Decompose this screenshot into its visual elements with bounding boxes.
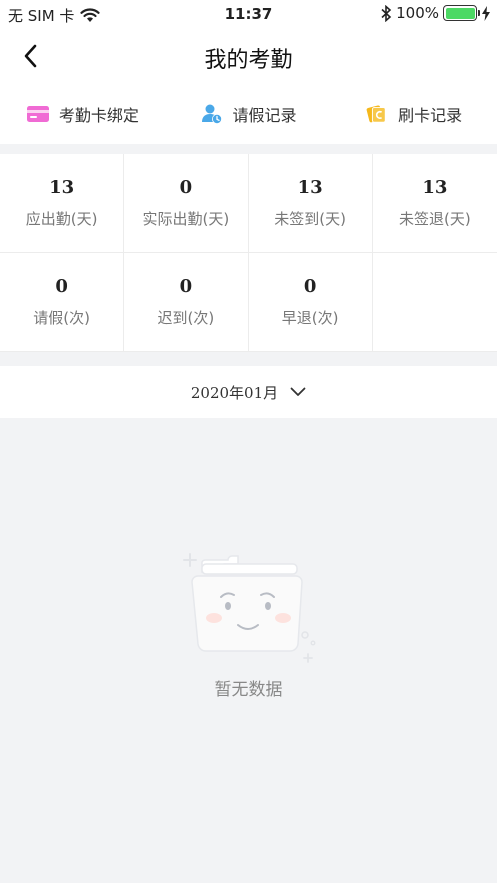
stat-value: 13: [49, 177, 75, 198]
month-label: 2020年01月: [190, 383, 279, 402]
stat-label: 未签到(天): [274, 210, 346, 228]
swipe-card-icon: [366, 103, 388, 125]
stat-label: 未签退(天): [399, 210, 471, 228]
swipe-records-label: 刷卡记录: [398, 106, 463, 125]
attendance-card-binding-label: 考勤卡绑定: [58, 106, 139, 125]
status-right: 100%: [380, 4, 491, 22]
stat-value: 0: [303, 276, 317, 297]
leave-records-label: 请假记录: [232, 106, 297, 125]
empty-message: 暂无数据: [214, 680, 283, 700]
stat-value: 0: [179, 276, 193, 297]
attendance-stats-grid: 13 应出勤(天) 0 实际出勤(天) 13 未签到(天) 13 未签退(天) …: [0, 154, 497, 352]
leave-records-button[interactable]: 请假记录: [166, 84, 332, 144]
stat-value: 13: [422, 177, 448, 198]
stat-leave: 0 请假(次): [0, 253, 125, 352]
stat-not-signed-out: 13 未签退(天): [372, 154, 497, 253]
nav-bar: 我的考勤: [0, 28, 497, 84]
charging-icon: [482, 5, 490, 21]
stat-value: 0: [179, 177, 193, 198]
battery-level: [445, 7, 475, 19]
stat-value: 0: [55, 276, 68, 297]
attendance-card-binding-button[interactable]: 考勤卡绑定: [0, 84, 166, 144]
stat-required-attendance: 13 应出勤(天): [0, 154, 125, 253]
stat-actual-attendance: 0 实际出勤(天): [124, 154, 249, 253]
battery-percent: 100%: [396, 4, 439, 22]
stat-value: 13: [297, 177, 323, 198]
empty-folder-icon: [182, 553, 315, 663]
chevron-down-icon: [290, 387, 306, 396]
stat-label: 应出勤(天): [25, 210, 98, 228]
stat-early-leave: 0 早退(次): [248, 253, 373, 352]
stat-label: 迟到(次): [157, 309, 215, 327]
swipe-records-button[interactable]: 刷卡记录: [331, 84, 497, 144]
empty-state: 暂无数据: [0, 540, 497, 700]
month-selector[interactable]: 2020年01月: [0, 366, 497, 418]
card-icon: [26, 103, 49, 125]
user-clock-icon: [201, 103, 223, 125]
stat-label: 请假(次): [33, 309, 90, 327]
page-title: 我的考勤: [204, 48, 293, 73]
status-bar: 无 SIM 卡 11:37 100%: [0, 0, 497, 28]
stat-late: 0 迟到(次): [124, 253, 249, 352]
quick-actions: 考勤卡绑定 请假记录 刷卡记录: [0, 84, 497, 144]
stat-label: 早退(次): [281, 309, 339, 327]
stat-not-signed-in: 13 未签到(天): [248, 154, 373, 253]
bluetooth-icon: [381, 4, 392, 22]
stat-label: 实际出勤(天): [142, 210, 230, 228]
battery-icon: [443, 5, 480, 21]
stat-empty-cell: [372, 253, 497, 352]
